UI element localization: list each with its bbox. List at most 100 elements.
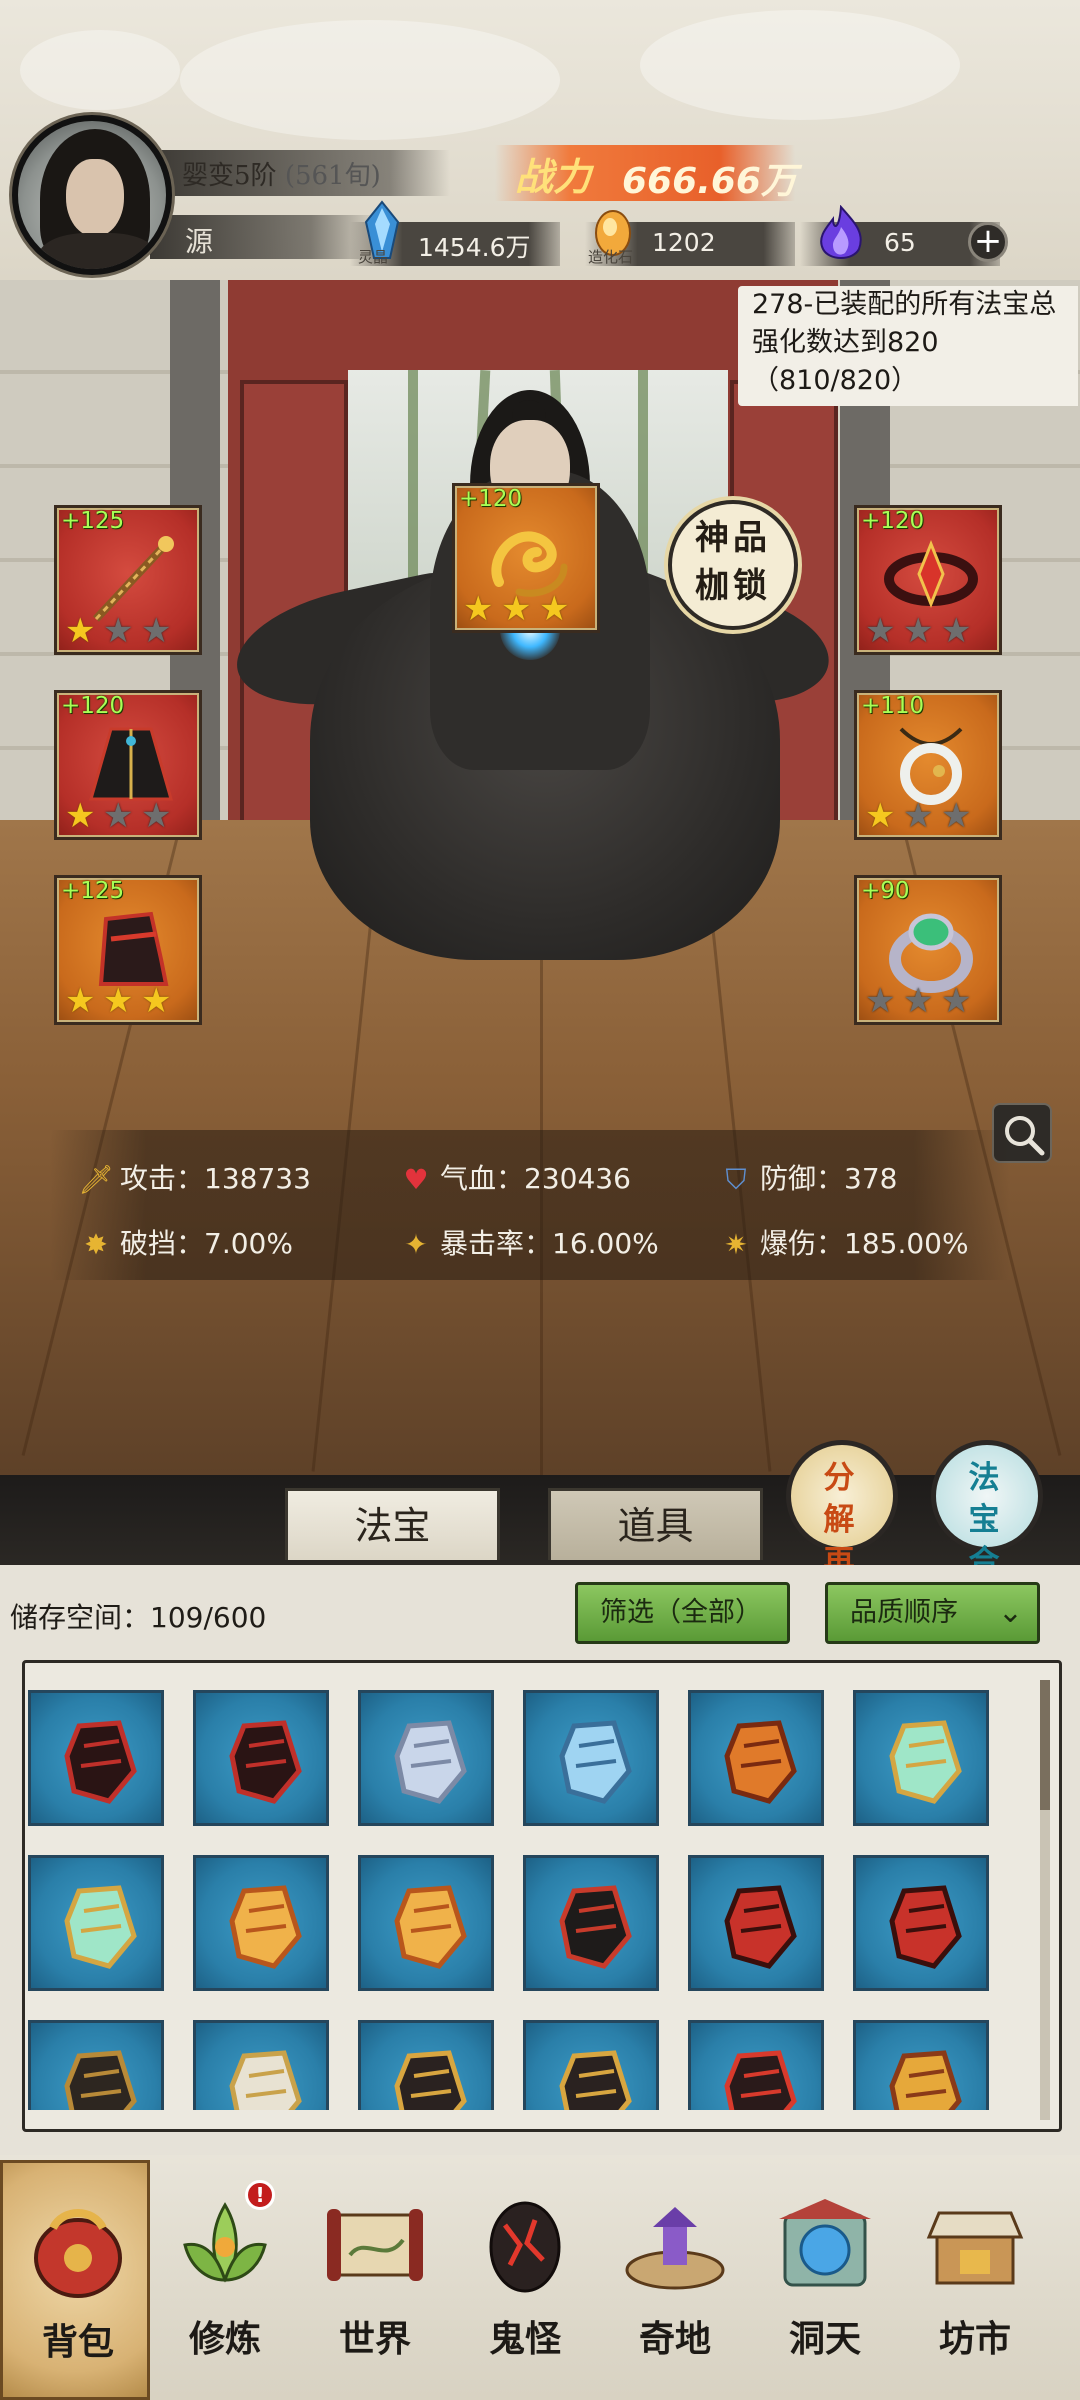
dark-boot-icon	[64, 1720, 137, 1804]
flame-value: 65	[884, 228, 916, 257]
nav-item-world[interactable]: 世界	[300, 2160, 450, 2400]
crystal-value: 1454.6万	[418, 233, 531, 262]
stat-attack: 🗡 攻击：138733	[78, 1162, 311, 1196]
stat-hp: ♥ 气血：230436	[398, 1157, 630, 1197]
demon-egg-icon	[489, 2201, 561, 2293]
equip-slot-left-top[interactable]: +125 ★ ★ ★	[54, 505, 202, 655]
notification-badge: !	[245, 2180, 275, 2210]
star-empty-icon: ★	[865, 981, 896, 1021]
star-empty-icon: ★	[903, 981, 934, 1021]
stat-crit-damage: ✷ 爆伤：185.00%	[718, 1222, 968, 1262]
star-empty-icon: ★	[865, 611, 896, 651]
tab-magic-treasure[interactable]: 法宝	[285, 1488, 500, 1560]
player-avatar[interactable]	[12, 115, 172, 275]
star-filled-icon: ★	[65, 611, 96, 651]
golden-armor-icon	[394, 1885, 467, 1969]
pagoda-icon	[625, 2207, 725, 2290]
inventory-item[interactable]	[853, 1855, 989, 1991]
inventory-item[interactable]	[523, 1855, 659, 1991]
demon-mask-icon	[889, 1885, 962, 1969]
jade-fan-icon	[889, 1720, 962, 1804]
axe-icon	[724, 1720, 797, 1804]
inventory-item[interactable]	[688, 1690, 824, 1826]
bracer-icon	[394, 2050, 467, 2110]
inventory-item[interactable]	[688, 2020, 824, 2110]
nav-item-cave-realm[interactable]: 洞天	[750, 2160, 900, 2400]
inventory-item[interactable]	[853, 1690, 989, 1826]
sword-icon: 🗡	[78, 1163, 114, 1196]
purple-flame-icon	[820, 205, 862, 259]
star-filled-icon: ★	[141, 981, 172, 1021]
star-filled-icon: ★	[463, 589, 494, 629]
inventory-item[interactable]	[193, 1855, 329, 1991]
market-icon	[926, 2211, 1024, 2285]
star-filled-icon: ★	[103, 981, 134, 1021]
golden-armor-icon	[229, 1885, 302, 1969]
stat-break: ✸ 破挡：7.00%	[78, 1222, 293, 1262]
star-empty-icon: ★	[903, 611, 934, 651]
combat-power-value: 666.66万	[622, 161, 797, 202]
nav-item-ghosts[interactable]: 鬼怪	[450, 2160, 600, 2400]
star-filled-icon: ★	[539, 589, 570, 629]
bow-icon	[559, 1720, 632, 1804]
tab-items[interactable]: 道具	[548, 1488, 763, 1560]
inventory-item[interactable]	[193, 2020, 329, 2110]
dark-cloak-icon	[64, 2050, 137, 2110]
filter-button[interactable]: 筛选（全部）	[575, 1582, 790, 1644]
golden-beast-icon	[889, 2050, 962, 2110]
stone-value: 1202	[652, 228, 716, 257]
star-filled-icon: ★	[501, 589, 532, 629]
nav-item-market[interactable]: 坊市	[900, 2160, 1050, 2400]
synthesize-button[interactable]: 法宝合成	[931, 1440, 1043, 1622]
inventory-item[interactable]	[28, 1690, 164, 1826]
inventory-item[interactable]	[28, 2020, 164, 2110]
dark-robe-icon	[559, 1885, 632, 1969]
star-empty-icon: ★	[903, 796, 934, 836]
star-empty-icon: ★	[141, 611, 172, 651]
heart-icon: ♥	[403, 1163, 429, 1196]
quest-text: 278-已装配的所有法宝总强化数达到820（810/820）	[752, 289, 1057, 396]
inventory-item[interactable]	[28, 1855, 164, 1991]
inventory-scroll-thumb[interactable]	[1040, 1680, 1050, 1810]
star-filled-icon: ★	[65, 796, 96, 836]
nav-item-bag[interactable]: 背包	[0, 2160, 150, 2400]
jade-fan-icon	[64, 1885, 137, 1969]
dark-boot-icon	[229, 1720, 302, 1804]
star-filled-icon: ★	[65, 981, 96, 1021]
top-header: 婴变5阶 (561旬) 源 战力 666.66万 灵晶 1454.6万 造化石 …	[0, 0, 1080, 280]
equip-slot-left-bottom[interactable]: +125 ★ ★ ★	[54, 875, 202, 1025]
equip-slot-right-mid[interactable]: +110 ★ ★ ★	[854, 690, 1002, 840]
storage-capacity: 储存空间：109/600	[10, 1601, 267, 1634]
equip-slot-left-mid[interactable]: +120 ★ ★ ★	[54, 690, 202, 840]
stat-defense: ⛉ 防御：378	[718, 1157, 897, 1197]
nav-item-secret-land[interactable]: 奇地	[600, 2160, 750, 2400]
inventory-item[interactable]	[853, 2020, 989, 2110]
crit-dmg-icon: ✷	[724, 1228, 748, 1261]
bag-icon	[34, 2209, 122, 2298]
crystal-caption: 灵晶	[358, 248, 389, 266]
chevron-down-icon: ⌄	[997, 1595, 1023, 1630]
shield-icon: ⛉	[725, 1163, 747, 1196]
tab-bar	[0, 1475, 1080, 1565]
star-filled-icon: ★	[865, 796, 896, 836]
equip-slot-right-bottom[interactable]: +90 ★ ★ ★	[854, 875, 1002, 1025]
equip-slot-center-top[interactable]: +120 ★ ★ ★	[452, 483, 600, 633]
portal-icon	[779, 2199, 871, 2287]
equip-slot-right-top[interactable]: +120 ★ ★ ★	[854, 505, 1002, 655]
bracer-icon	[559, 2050, 632, 2110]
inventory-item[interactable]	[523, 1690, 659, 1826]
inventory-item[interactable]	[358, 1855, 494, 1991]
inventory-item[interactable]	[523, 2020, 659, 2110]
sort-dropdown[interactable]: 品质顺序 ⌄	[825, 1582, 1040, 1644]
add-resource-button[interactable]: +	[968, 222, 1008, 262]
inventory-item[interactable]	[358, 2020, 494, 2110]
sword-icon	[394, 1720, 467, 1804]
inventory-item[interactable]	[358, 1690, 494, 1826]
stat-crit-rate: ✦ 暴击率：16.00%	[398, 1222, 659, 1262]
nav-item-cultivate[interactable]: 修炼	[150, 2160, 300, 2400]
decompose-button[interactable]: 分解再造	[786, 1440, 898, 1622]
crit-icon: ✦	[404, 1228, 428, 1261]
stone-caption: 造化石	[588, 248, 634, 266]
inventory-item[interactable]	[193, 1690, 329, 1826]
inventory-item[interactable]	[688, 1855, 824, 1991]
